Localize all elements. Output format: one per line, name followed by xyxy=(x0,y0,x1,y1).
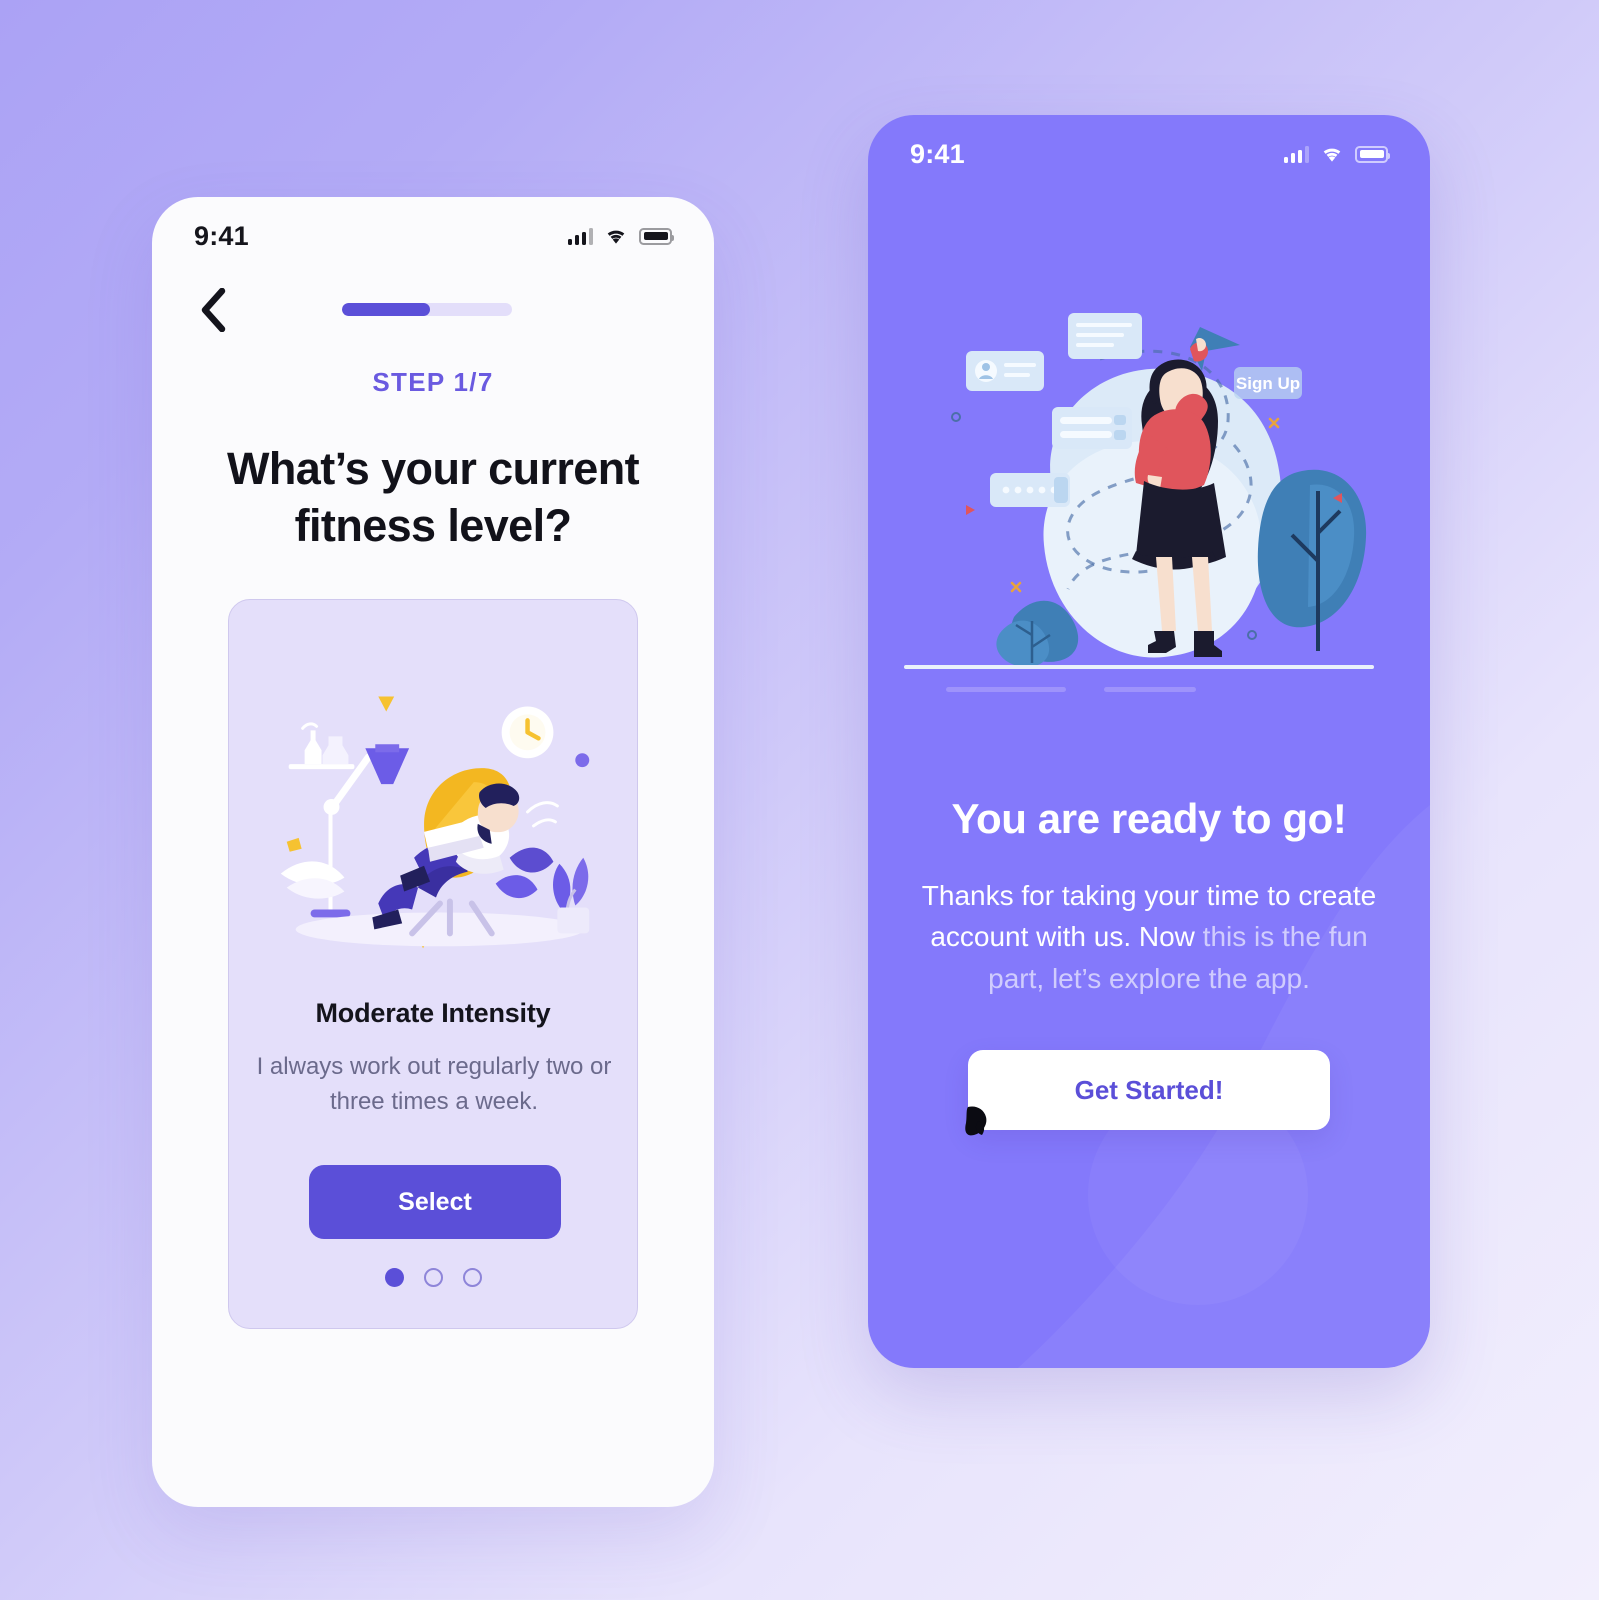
pagination-dot-1[interactable] xyxy=(384,1268,404,1287)
option-card[interactable]: Moderate Intensity I always work out reg… xyxy=(228,599,638,1329)
phone-onboarding-screen: 9:41 STEP 1/7 What’s your current fitnes… xyxy=(152,197,714,1507)
page-title: What’s your current fitness level? xyxy=(227,443,640,551)
phone-ready-screen: 9:41 Sign Up You are ready to go! Thanks… xyxy=(868,115,1430,1368)
wifi-icon xyxy=(1323,148,1341,162)
page-subtitle: Thanks for taking your time to create ac… xyxy=(910,875,1388,999)
status-bar-icons xyxy=(1283,145,1390,163)
mouse-cursor-icon xyxy=(965,1106,987,1136)
status-bar: 9:41 xyxy=(868,115,1430,179)
man-relaxing-in-chair-with-laptop-illustration xyxy=(280,696,590,949)
select-button[interactable]: Select xyxy=(309,1165,561,1239)
progress-bar-fill xyxy=(342,303,431,316)
signal-bars-icon xyxy=(567,227,593,245)
option-title: Moderate Intensity xyxy=(315,998,551,1028)
progress-bar xyxy=(342,303,512,316)
page-title: You are ready to go! xyxy=(951,795,1347,842)
status-bar: 9:41 xyxy=(152,197,714,261)
back-button[interactable] xyxy=(182,281,244,339)
signal-bars-icon xyxy=(1283,145,1309,163)
status-bar-time: 9:41 xyxy=(194,220,249,251)
battery-full-icon xyxy=(1355,145,1390,163)
status-bar-icons xyxy=(567,227,674,245)
status-bar-time: 9:41 xyxy=(910,138,965,169)
get-started-button[interactable]: Get Started! xyxy=(968,1050,1330,1130)
wifi-icon xyxy=(607,230,625,244)
pagination-dot-2[interactable] xyxy=(423,1268,443,1287)
option-description: I always work out regularly two or three… xyxy=(256,1053,612,1115)
chevron-left-icon xyxy=(201,288,226,332)
step-label: STEP 1/7 xyxy=(372,367,494,397)
pagination-dots xyxy=(229,1268,637,1287)
pagination-dot-3[interactable] xyxy=(462,1268,482,1287)
battery-full-icon xyxy=(639,227,674,245)
sign-up-chip-label: Sign Up xyxy=(1236,374,1300,393)
nav-row xyxy=(152,281,714,339)
woman-signing-up-with-floating-ui-cards-illustration: Sign Up xyxy=(904,313,1374,692)
